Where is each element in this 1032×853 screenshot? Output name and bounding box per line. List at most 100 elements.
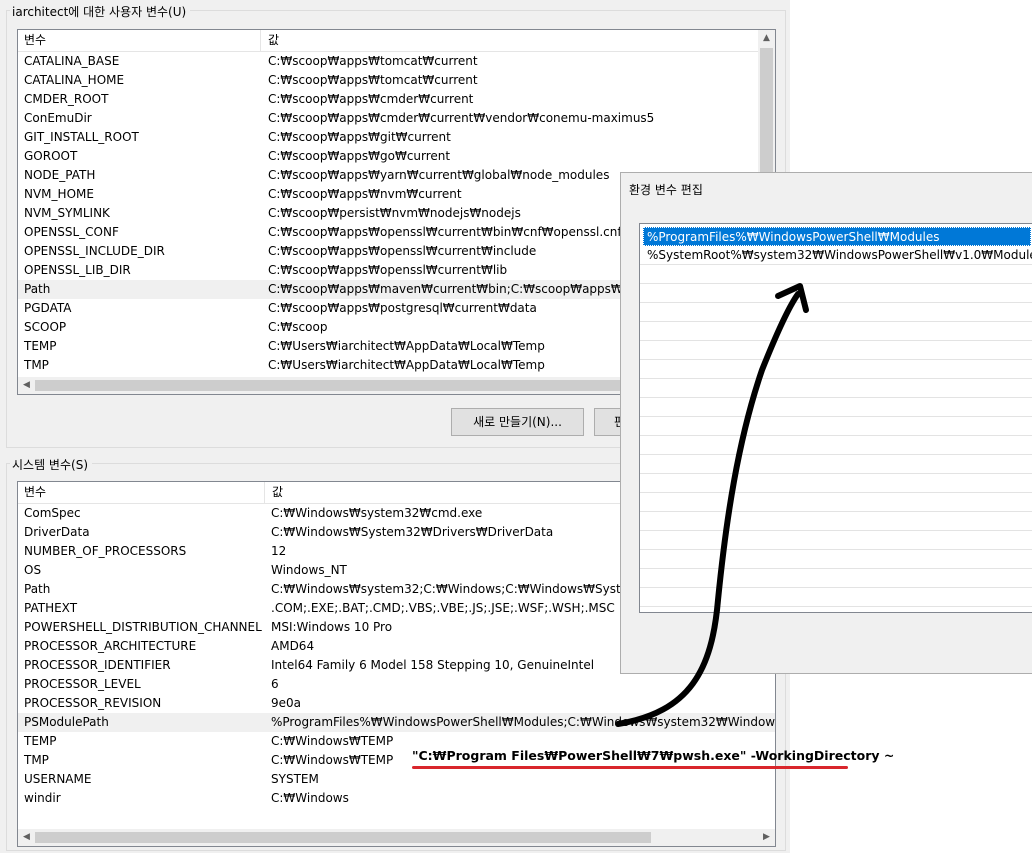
empty-path-entry[interactable] bbox=[640, 284, 1032, 303]
variable-value: C:₩scoop bbox=[268, 320, 328, 334]
path-entry[interactable]: %ProgramFiles%₩WindowsPowerShell₩Modules bbox=[643, 227, 1031, 246]
table-row[interactable]: GIT_INSTALL_ROOT C:₩scoop₩apps₩git₩curren… bbox=[18, 128, 775, 147]
empty-path-entry[interactable] bbox=[640, 398, 1032, 417]
variable-value: C:₩scoop₩apps₩openssl₩current₩bin₩cnf₩op… bbox=[268, 225, 622, 239]
variable-name: PROCESSOR_REVISION bbox=[24, 696, 162, 710]
table-row[interactable]: CMDER_ROOT C:₩scoop₩apps₩cmder₩current bbox=[18, 90, 775, 109]
variable-name: CATALINA_HOME bbox=[24, 73, 125, 87]
empty-path-entry[interactable] bbox=[640, 588, 1032, 607]
variable-name: NVM_SYMLINK bbox=[24, 206, 110, 220]
edit-environment-variable-dialog: 환경 변수 편집 %ProgramFiles%₩WindowsPowerShel… bbox=[620, 172, 1032, 674]
variable-name: OPENSSL_LIB_DIR bbox=[24, 263, 131, 277]
variable-name: PGDATA bbox=[24, 301, 72, 315]
variable-name: PROCESSOR_LEVEL bbox=[24, 677, 141, 691]
variable-name: SCOOP bbox=[24, 320, 67, 334]
table-row[interactable]: USERNAME SYSTEM bbox=[18, 770, 775, 789]
variable-value: C:₩scoop₩apps₩go₩current bbox=[268, 149, 451, 163]
user-list-header: 변수 값 bbox=[18, 30, 775, 52]
empty-path-entry[interactable] bbox=[640, 531, 1032, 550]
variable-value: Windows_NT bbox=[271, 563, 347, 577]
variable-name: NODE_PATH bbox=[24, 168, 96, 182]
empty-path-entry[interactable] bbox=[640, 417, 1032, 436]
variable-name: ComSpec bbox=[24, 506, 81, 520]
variable-name: NVM_HOME bbox=[24, 187, 94, 201]
variable-name: CMDER_ROOT bbox=[24, 92, 109, 106]
variable-name: GOROOT bbox=[24, 149, 78, 163]
table-row[interactable]: CATALINA_BASE C:₩scoop₩apps₩tomcat₩curren… bbox=[18, 52, 775, 71]
path-entry[interactable]: %SystemRoot%₩system32₩WindowsPowerShell₩… bbox=[640, 246, 1032, 265]
variable-value: C:₩scoop₩apps₩yarn₩current₩global₩node_m… bbox=[268, 168, 610, 182]
user-column-value[interactable]: 값 bbox=[262, 30, 762, 51]
variable-value: C:₩scoop₩apps₩nvm₩current bbox=[268, 187, 462, 201]
variable-name: PATHEXT bbox=[24, 601, 78, 615]
scroll-up-icon[interactable]: ▲ bbox=[758, 30, 775, 47]
variable-name: ConEmuDir bbox=[24, 111, 92, 125]
user-column-variable[interactable]: 변수 bbox=[18, 30, 260, 51]
table-row[interactable]: PROCESSOR_REVISION 9e0a bbox=[18, 694, 775, 713]
empty-path-entry[interactable] bbox=[640, 436, 1032, 455]
new-user-variable-button[interactable]: 새로 만들기(N)... bbox=[451, 408, 584, 436]
variable-value: C:₩Windows₩TEMP bbox=[271, 753, 394, 767]
variable-value: C:₩scoop₩apps₩openssl₩current₩include bbox=[268, 244, 537, 258]
variable-name: GIT_INSTALL_ROOT bbox=[24, 130, 139, 144]
table-row[interactable]: windir C:₩Windows bbox=[18, 789, 775, 808]
variable-value: C:₩scoop₩persist₩nvm₩nodejs₩nodejs bbox=[268, 206, 521, 220]
variable-name: TEMP bbox=[24, 734, 57, 748]
path-entries-list[interactable]: %ProgramFiles%₩WindowsPowerShell₩Modules… bbox=[639, 223, 1032, 613]
table-row[interactable]: CATALINA_HOME C:₩scoop₩apps₩tomcat₩curren… bbox=[18, 71, 775, 90]
variable-name: PROCESSOR_IDENTIFIER bbox=[24, 658, 171, 672]
variable-value: C:₩Windows₩System32₩Drivers₩DriverData bbox=[271, 525, 554, 539]
pwsh-command-annotation: "C:₩Program Files₩PowerShell₩7₩pwsh.exe"… bbox=[412, 748, 895, 763]
scroll-left-icon[interactable]: ◀ bbox=[18, 377, 35, 394]
empty-path-entry[interactable] bbox=[640, 493, 1032, 512]
empty-path-entry[interactable] bbox=[640, 455, 1032, 474]
variable-name: Path bbox=[24, 582, 51, 596]
variable-name: TMP bbox=[24, 358, 49, 372]
variable-name: PSModulePath bbox=[24, 715, 109, 729]
variable-value: C:₩Users₩iarchitect₩AppData₩Local₩Temp bbox=[268, 358, 545, 372]
empty-path-entry[interactable] bbox=[640, 303, 1032, 322]
scroll-left-icon[interactable]: ◀ bbox=[18, 829, 35, 846]
variable-value: SYSTEM bbox=[271, 772, 319, 786]
variable-value: Intel64 Family 6 Model 158 Stepping 10, … bbox=[271, 658, 595, 672]
empty-path-entry[interactable] bbox=[640, 474, 1032, 493]
variable-name: NUMBER_OF_PROCESSORS bbox=[24, 544, 187, 558]
empty-path-entry[interactable] bbox=[640, 360, 1032, 379]
scroll-thumb[interactable] bbox=[35, 832, 651, 843]
variable-name: DriverData bbox=[24, 525, 90, 539]
column-divider[interactable] bbox=[264, 482, 265, 503]
variable-value: 9e0a bbox=[271, 696, 302, 710]
table-row[interactable]: ConEmuDir C:₩scoop₩apps₩cmder₩current₩ven… bbox=[18, 109, 775, 128]
variable-value: C:₩scoop₩apps₩cmder₩current₩vendor₩conem… bbox=[268, 111, 655, 125]
column-divider[interactable] bbox=[260, 30, 261, 51]
variable-value: C:₩Windows₩system32₩cmd.exe bbox=[271, 506, 483, 520]
table-row[interactable]: PSModulePath %ProgramFiles%₩WindowsPowerS… bbox=[18, 713, 775, 732]
empty-path-entry[interactable] bbox=[640, 550, 1032, 569]
variable-name: POWERSHELL_DISTRIBUTION_CHANNEL bbox=[24, 620, 262, 634]
variable-name: OPENSSL_CONF bbox=[24, 225, 119, 239]
system-horizontal-scrollbar[interactable]: ◀ ▶ bbox=[18, 829, 775, 846]
variable-name: TEMP bbox=[24, 339, 57, 353]
empty-path-entry[interactable] bbox=[640, 265, 1032, 284]
variable-value: C:₩scoop₩apps₩tomcat₩current bbox=[268, 54, 478, 68]
variable-value: C:₩Users₩iarchitect₩AppData₩Local₩Temp bbox=[268, 339, 545, 353]
table-row[interactable]: GOROOT C:₩scoop₩apps₩go₩current bbox=[18, 147, 775, 166]
table-row[interactable]: PROCESSOR_LEVEL 6 bbox=[18, 675, 775, 694]
scroll-right-icon[interactable]: ▶ bbox=[758, 829, 775, 846]
variable-value: C:₩Windows bbox=[271, 791, 349, 805]
variable-name: Path bbox=[24, 282, 51, 296]
variable-value: C:₩scoop₩apps₩postgresql₩current₩data bbox=[268, 301, 537, 315]
empty-path-entry[interactable] bbox=[640, 341, 1032, 360]
empty-path-entry[interactable] bbox=[640, 569, 1032, 588]
variable-name: USERNAME bbox=[24, 772, 92, 786]
variable-value: C:₩scoop₩apps₩cmder₩current bbox=[268, 92, 474, 106]
empty-path-entry[interactable] bbox=[640, 322, 1032, 341]
user-variables-label: iarchitect에 대한 사용자 변수(U) bbox=[10, 3, 191, 20]
variable-name: CATALINA_BASE bbox=[24, 54, 120, 68]
empty-path-entry[interactable] bbox=[640, 379, 1032, 398]
variable-value: MSI:Windows 10 Pro bbox=[271, 620, 393, 634]
system-column-variable[interactable]: 변수 bbox=[18, 482, 264, 503]
variable-name: OS bbox=[24, 563, 42, 577]
empty-path-entry[interactable] bbox=[640, 512, 1032, 531]
scroll-thumb[interactable] bbox=[35, 380, 647, 391]
